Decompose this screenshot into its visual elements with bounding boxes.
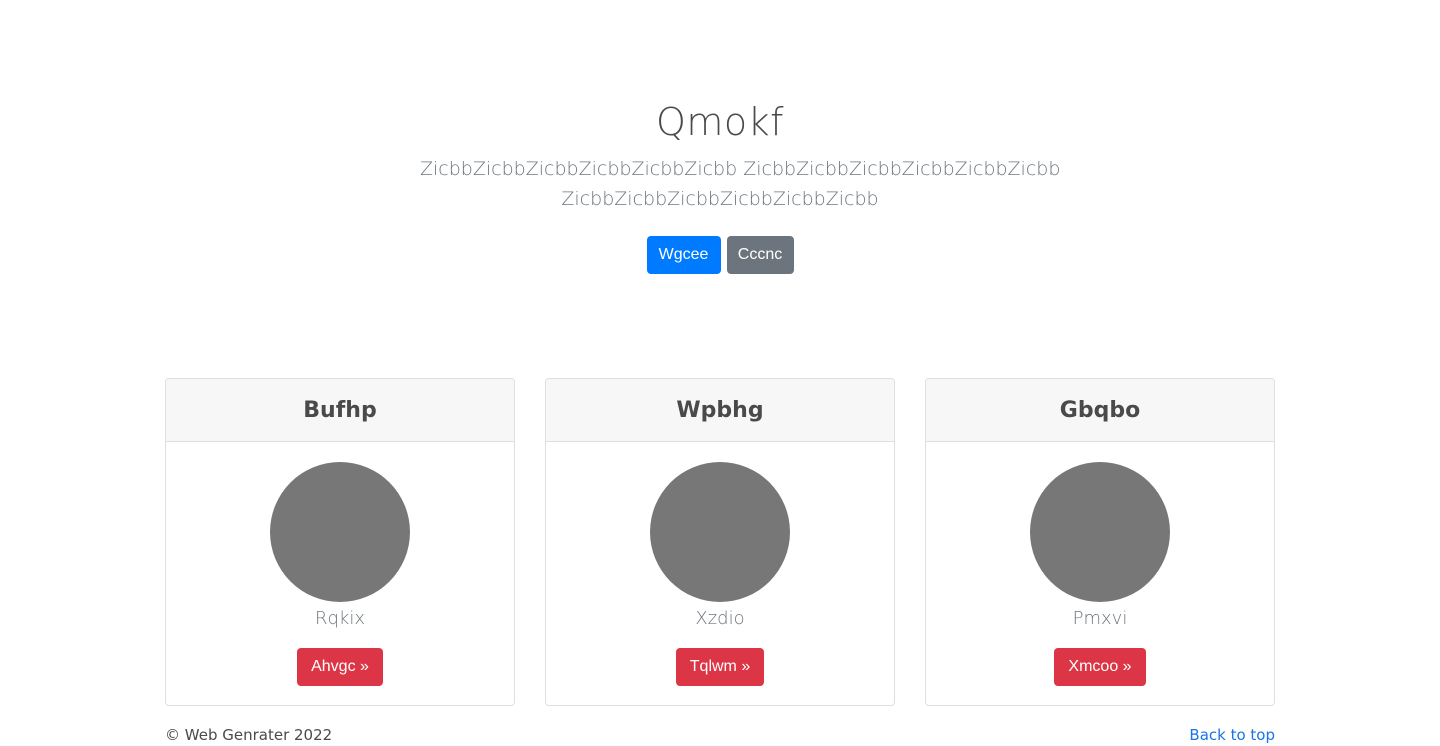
card-body: Xzdio Tqlwm » xyxy=(546,442,894,705)
card-3: Gbqbo Pmxvi Xmcoo » xyxy=(925,378,1275,706)
avatar xyxy=(270,462,410,602)
card-header: Gbqbo xyxy=(926,379,1274,442)
card-header: Wpbhg xyxy=(546,379,894,442)
card-body: Pmxvi Xmcoo » xyxy=(926,442,1274,705)
back-to-top-link[interactable]: Back to top xyxy=(1189,726,1275,744)
card-body: Rqkix Ahvgc » xyxy=(166,442,514,705)
card-header: Bufhp xyxy=(166,379,514,442)
avatar xyxy=(1030,462,1170,602)
hero-lead-line-2: ZicbbZicbbZicbbZicbbZicbbZicbb xyxy=(561,188,879,210)
card-name: Rqkix xyxy=(314,608,365,629)
secondary-button[interactable]: Cccnc xyxy=(726,236,794,274)
card-title: Gbqbo xyxy=(1059,397,1141,423)
card-name: Xzdio xyxy=(695,608,745,629)
card-title: Bufhp xyxy=(303,397,377,423)
page-title: Qmokf xyxy=(655,100,785,144)
avatar xyxy=(650,462,790,602)
card-action-button[interactable]: Xmcoo » xyxy=(1054,648,1146,686)
footer: © Web Genrater 2022 Back to top xyxy=(165,722,1275,746)
card-deck: Bufhp Rqkix Ahvgc » Wpbhg Xzdio Tqlwm » … xyxy=(165,378,1275,706)
card-action-button[interactable]: Ahvgc » xyxy=(297,648,383,686)
card-name: Pmxvi xyxy=(1072,608,1128,629)
card-2: Wpbhg Xzdio Tqlwm » xyxy=(545,378,895,706)
hero-buttons: Wgcee Cccnc xyxy=(0,236,1440,274)
primary-button[interactable]: Wgcee xyxy=(646,236,721,274)
hero-lead: ZicbbZicbbZicbbZicbbZicbbZicbb ZicbbZicb… xyxy=(420,154,1061,214)
copyright-text: © Web Genrater 2022 xyxy=(165,726,333,744)
card-action-button[interactable]: Tqlwm » xyxy=(675,648,765,686)
card-title: Wpbhg xyxy=(676,397,764,423)
card-1: Bufhp Rqkix Ahvgc » xyxy=(165,378,515,706)
hero-lead-line-1: ZicbbZicbbZicbbZicbbZicbbZicbb ZicbbZicb… xyxy=(420,158,1061,180)
